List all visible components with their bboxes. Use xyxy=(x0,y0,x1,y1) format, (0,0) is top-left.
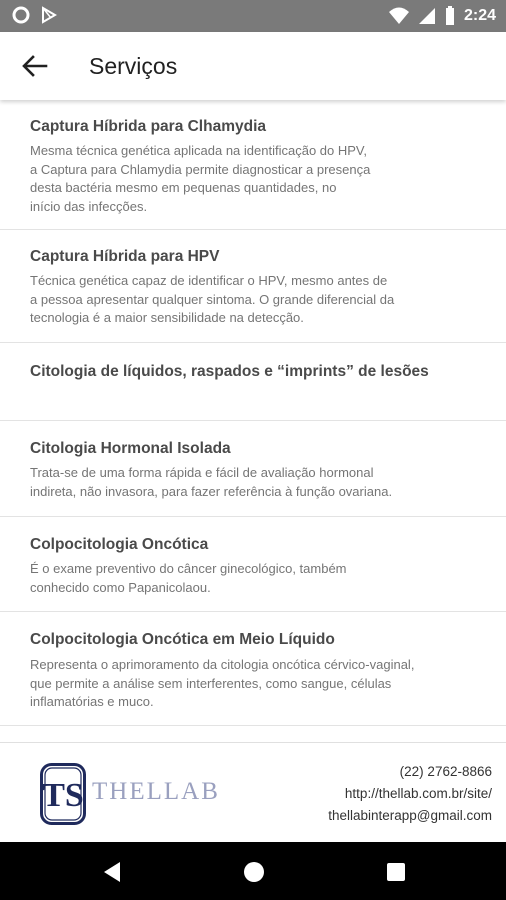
service-description: Técnica genética capaz de identificar o … xyxy=(30,272,470,328)
service-title: Citologia de líquidos, raspados e “impri… xyxy=(30,363,429,380)
service-description: É o exame preventivo do câncer ginecológ… xyxy=(30,560,470,597)
service-description-line: conhecido como Papanicolaou. xyxy=(30,579,211,595)
service-item[interactable]: Captura Híbrida para Clhamydia Mesma téc… xyxy=(0,100,506,230)
thellab-logo: TS xyxy=(40,763,86,825)
recents-square-icon[interactable] xyxy=(383,859,409,885)
status-bar: 2:24 xyxy=(0,0,506,32)
service-item[interactable]: Citologia de líquidos, raspados e “impri… xyxy=(0,343,506,421)
service-description-line: que permite a análise sem interferentes,… xyxy=(30,675,392,691)
service-description-line: Técnica genética capaz de identificar o … xyxy=(30,273,388,288)
service-description: Mesma técnica genética aplicada na ident… xyxy=(30,142,470,216)
app-bar: Serviços xyxy=(0,32,506,100)
service-description-line: a pessoa apresentar qualquer sintoma. O … xyxy=(30,291,395,307)
screen: 2:24 Serviços Captura Híbrida para Clham… xyxy=(0,0,506,900)
navigation-bar xyxy=(0,842,506,900)
logo-text: THELLAB xyxy=(92,778,220,805)
service-item[interactable]: Colpocitologia Oncótica em Meio Líquido … xyxy=(0,612,506,726)
wifi-icon xyxy=(388,7,409,24)
service-description-line: início das infecções. xyxy=(30,198,148,214)
home-circle-icon[interactable] xyxy=(241,859,267,885)
circle-notification-icon xyxy=(12,6,30,24)
phone-text[interactable]: (22) 2762-8866 xyxy=(328,761,492,783)
email-link[interactable]: thellabinterapp@gmail.com xyxy=(328,805,492,827)
service-description-line: tecnologia é a maior sensibilidade na de… xyxy=(30,310,304,325)
service-description-line: Representa o aprimoramento da citologia … xyxy=(30,657,415,672)
svg-text:TS: TS xyxy=(42,777,84,814)
service-title: Captura Híbrida para Clhamydia xyxy=(30,118,267,135)
signal-icon xyxy=(418,8,435,24)
service-description-line: indireta, não invasora, para fazer refer… xyxy=(30,483,393,499)
service-item[interactable]: Colpocitologia Oncótica É o exame preven… xyxy=(0,517,506,612)
service-item[interactable]: Citologia Hormonal Isolada Trata-se de u… xyxy=(0,421,506,517)
service-item[interactable]: Captura Híbrida para HPV Técnica genétic… xyxy=(0,230,506,343)
service-title: Colpocitologia Oncótica xyxy=(30,536,209,553)
battery-icon xyxy=(445,6,454,25)
website-link[interactable]: http://thellab.com.br/site/ xyxy=(328,783,492,805)
service-title: Citologia Hormonal Isolada xyxy=(30,440,231,457)
play-store-icon xyxy=(42,6,57,24)
arrow-left-icon[interactable] xyxy=(20,52,50,80)
status-time: 2:24 xyxy=(463,7,496,24)
service-description: Representa o aprimoramento da citologia … xyxy=(30,656,470,712)
service-description-line: inflamatórias e muco. xyxy=(30,694,154,709)
service-description: Trata-se de uma forma rápida e fácil de … xyxy=(30,464,470,501)
service-description-line: desta bactéria mesmo em pequenas quantid… xyxy=(30,180,337,195)
service-description-line: a Captura para Chlamydia permite diagnos… xyxy=(30,161,371,177)
service-description-line: Mesma técnica genética aplicada na ident… xyxy=(30,143,368,158)
footer: TS THELLAB (22) 2762-8866 http://thellab… xyxy=(0,742,506,843)
service-title: Colpocitologia Oncótica em Meio Líquido xyxy=(30,631,335,648)
service-description-line: Trata-se de uma forma rápida e fácil de … xyxy=(30,465,374,480)
page-title: Serviços xyxy=(89,53,178,79)
contact-info: (22) 2762-8866 http://thellab.com.br/sit… xyxy=(328,761,492,827)
back-triangle-icon[interactable] xyxy=(100,859,126,885)
service-description-line: É o exame preventivo do câncer ginecológ… xyxy=(30,561,347,576)
service-title: Captura Híbrida para HPV xyxy=(30,248,220,265)
